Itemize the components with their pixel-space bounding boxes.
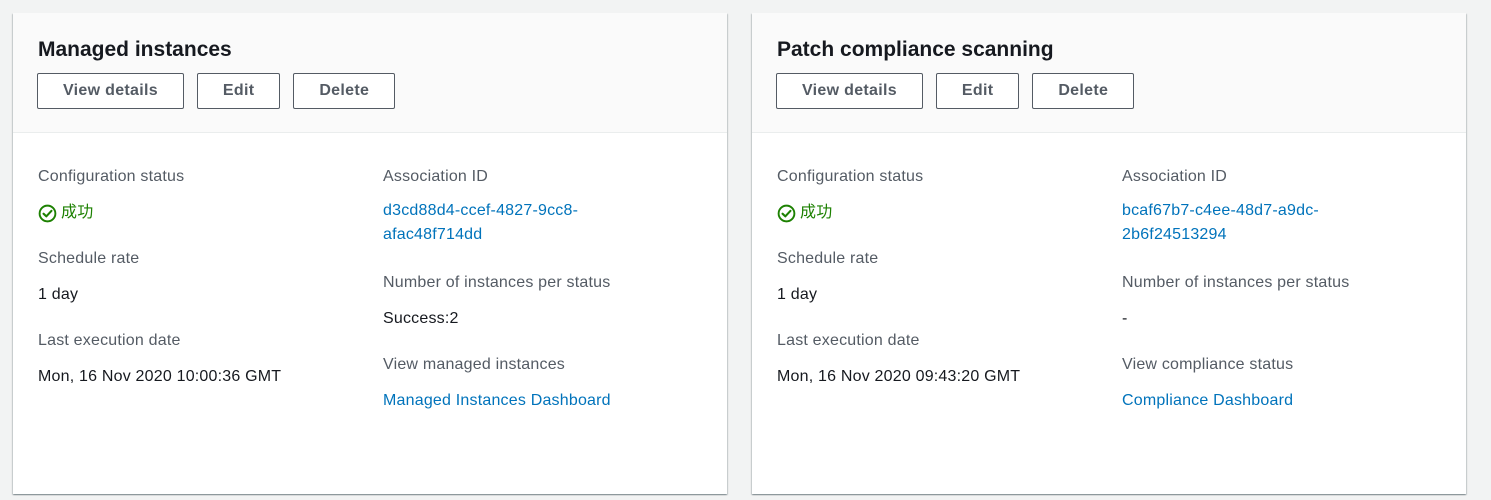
instances-per-status-value: Success:2 [383, 310, 459, 327]
compliance-dashboard-link[interactable]: Compliance Dashboard [1122, 389, 1442, 413]
right-column: Association ID d3cd88d4-ccef-4827-9cc8- … [383, 167, 703, 429]
association-id-line1: d3cd88d4-ccef-4827-9cc8- [383, 202, 579, 219]
status-text: 成功 [61, 204, 94, 221]
schedule-field: Schedule rate 1 day [777, 249, 1097, 307]
association-field: Association ID bcaf67b7-c4ee-48d7-a9dc- … [1122, 167, 1442, 247]
status-text: 成功 [800, 204, 833, 221]
card-header: Managed instances View details Edit Dele… [13, 13, 727, 133]
schedule-rate-label: Schedule rate [38, 250, 140, 267]
card-header: Patch compliance scanning View details E… [752, 13, 1466, 133]
association-id-line1: bcaf67b7-c4ee-48d7-a9dc- [1122, 202, 1319, 219]
instances-per-status-label: Number of instances per status [383, 274, 611, 291]
managed-instances-card: Managed instances View details Edit Dele… [13, 13, 727, 494]
last-execution-label: Last execution date [777, 332, 920, 349]
instances-per-status-label: Number of instances per status [1122, 274, 1350, 291]
card-title: Patch compliance scanning [777, 38, 1054, 61]
last-exec-field: Last execution date Mon, 16 Nov 2020 10:… [38, 331, 358, 389]
config-status-value: 成功 [38, 201, 358, 225]
association-id-label: Association ID [383, 168, 489, 185]
view-field: View managed instances Managed Instances… [383, 355, 703, 413]
edit-button[interactable]: Edit [196, 73, 281, 109]
schedule-rate-value: 1 day [777, 286, 818, 303]
schedule-rate-label: Schedule rate [777, 250, 879, 267]
last-execution-label: Last execution date [38, 332, 181, 349]
view-field: View compliance status Compliance Dashbo… [1122, 355, 1442, 413]
button-row: View details Edit Delete [776, 73, 1442, 109]
right-column: Association ID bcaf67b7-c4ee-48d7-a9dc- … [1122, 167, 1442, 429]
delete-button[interactable]: Delete [1032, 73, 1135, 109]
button-row: View details Edit Delete [37, 73, 703, 109]
config-status-label: Configuration status [38, 168, 185, 185]
association-id-link[interactable]: d3cd88d4-ccef-4827-9cc8- afac48f714dd [383, 199, 703, 247]
association-field: Association ID d3cd88d4-ccef-4827-9cc8- … [383, 167, 703, 247]
config-status-value: 成功 [777, 201, 1097, 225]
association-id-line2: 2b6f24513294 [1122, 226, 1227, 243]
card-title: Managed instances [38, 38, 232, 61]
left-column: Configuration status 成功 Schedule rate 1 … [38, 167, 358, 405]
association-id-line2: afac48f714dd [383, 226, 483, 243]
schedule-field: Schedule rate 1 day [38, 249, 358, 307]
schedule-rate-value: 1 day [38, 286, 79, 303]
view-details-button[interactable]: View details [37, 73, 184, 109]
last-execution-value: Mon, 16 Nov 2020 10:00:36 GMT [38, 368, 282, 385]
view-compliance-status-label: View compliance status [1122, 356, 1294, 373]
last-exec-field: Last execution date Mon, 16 Nov 2020 09:… [777, 331, 1097, 389]
config-status-field: Configuration status 成功 [777, 167, 1097, 225]
success-check-icon [38, 204, 57, 222]
association-id-link[interactable]: bcaf67b7-c4ee-48d7-a9dc- 2b6f24513294 [1122, 199, 1442, 247]
instances-field: Number of instances per status Success:2 [383, 273, 703, 331]
left-column: Configuration status 成功 Schedule rate 1 … [777, 167, 1097, 405]
last-execution-value: Mon, 16 Nov 2020 09:43:20 GMT [777, 368, 1021, 385]
managed-instances-dashboard-link[interactable]: Managed Instances Dashboard [383, 389, 703, 413]
view-managed-instances-label: View managed instances [383, 356, 565, 373]
delete-button[interactable]: Delete [293, 73, 396, 109]
view-details-button[interactable]: View details [776, 73, 923, 109]
success-check-icon [777, 204, 796, 222]
instances-field: Number of instances per status - [1122, 273, 1442, 331]
config-status-field: Configuration status 成功 [38, 167, 358, 225]
patch-compliance-card: Patch compliance scanning View details E… [752, 13, 1466, 494]
config-status-label: Configuration status [777, 168, 924, 185]
association-id-label: Association ID [1122, 168, 1228, 185]
instances-per-status-value: - [1122, 310, 1128, 327]
edit-button[interactable]: Edit [935, 73, 1020, 109]
